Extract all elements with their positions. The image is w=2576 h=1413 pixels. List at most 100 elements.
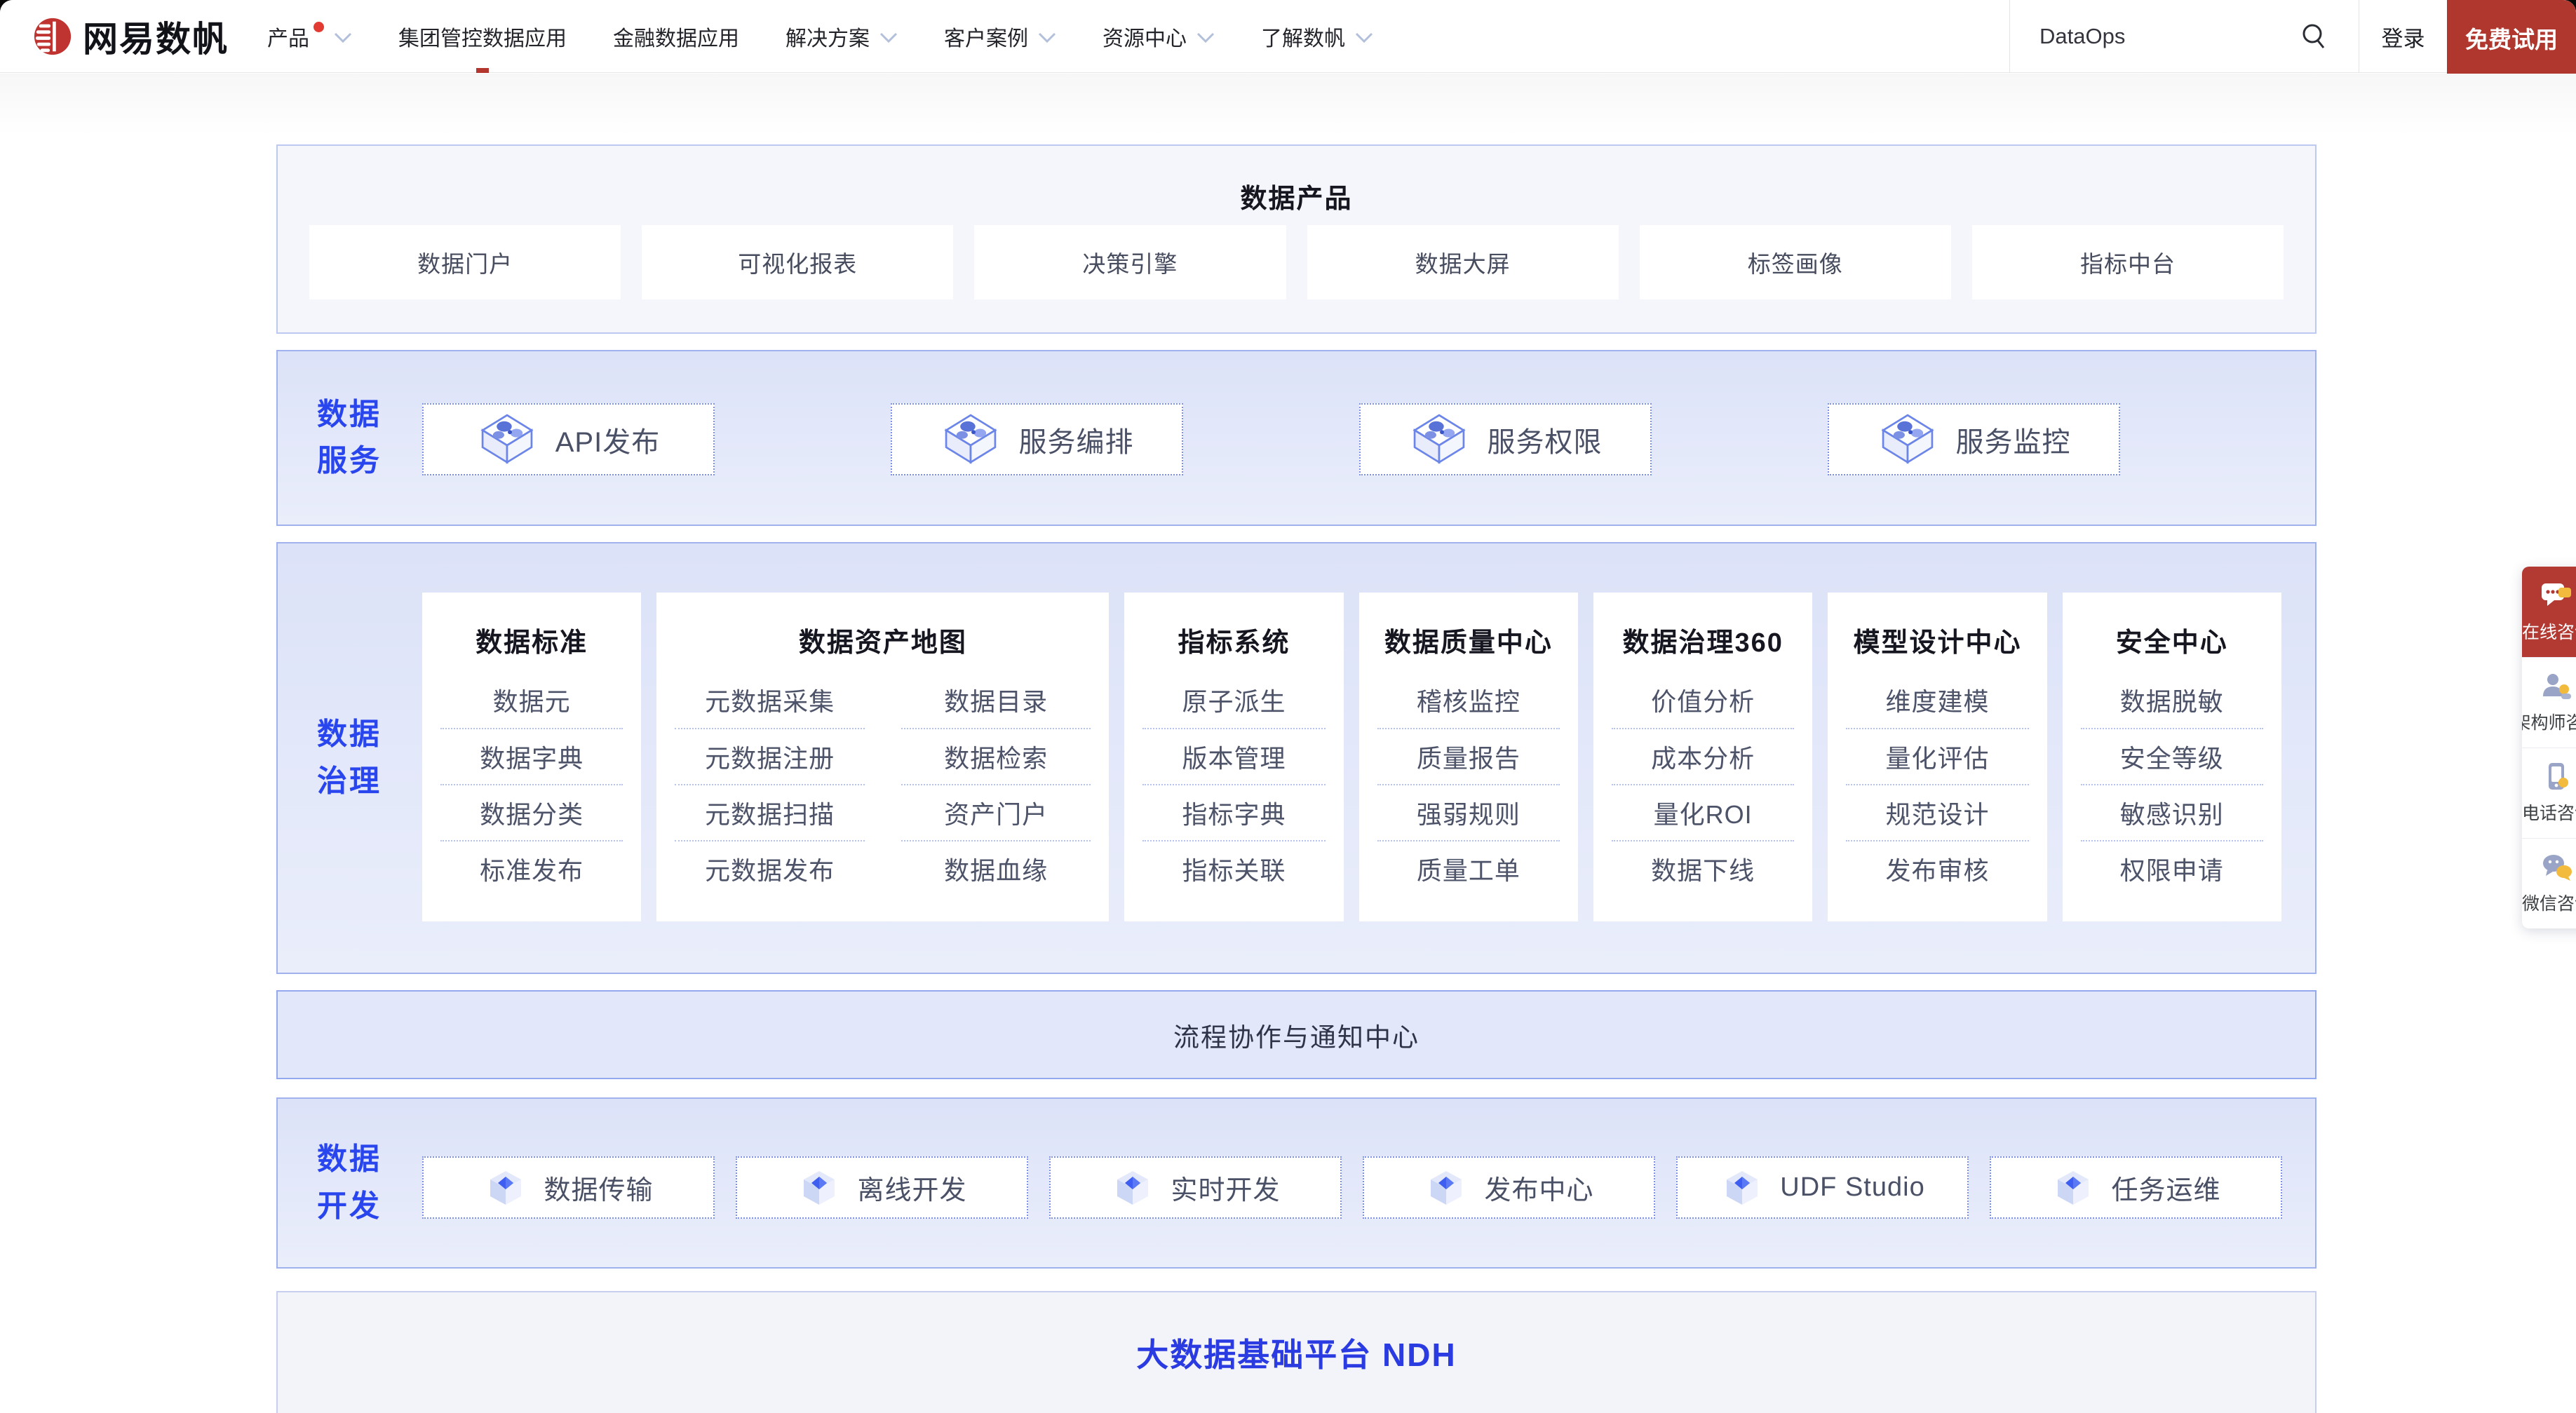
gov-item[interactable]: 规范设计: [1846, 784, 2028, 840]
gov-item[interactable]: 强弱规则: [1377, 784, 1560, 840]
fw-label: 微信咨询: [2522, 890, 2576, 915]
gov-col-title: 数据治理360: [1593, 621, 1812, 659]
top-navbar: 网易数帆 产品 集团管控数据应用 金融数据应用 解决方案 客户案例: [0, 0, 2576, 73]
gov-item[interactable]: 成本分析: [1612, 728, 1794, 784]
gov-item[interactable]: 版本管理: [1142, 728, 1325, 784]
gov-item[interactable]: 元数据采集: [675, 672, 865, 728]
service-btn-monitoring[interactable]: 服务监控: [1828, 403, 2120, 475]
service-btn-label: 服务编排: [1019, 419, 1134, 460]
dev-btn-data-transfer[interactable]: 数据传输: [422, 1156, 715, 1219]
gov-col-title: 数据标准: [422, 621, 641, 659]
nav-menu: 产品 集团管控数据应用 金融数据应用 解决方案 客户案例 资源中心: [244, 0, 1396, 73]
gov-item[interactable]: 数据下线: [1612, 840, 1794, 896]
search-icon[interactable]: [2300, 22, 2328, 51]
service-btn-orchestration[interactable]: 服务编排: [891, 403, 1183, 475]
gov-item[interactable]: 发布审核: [1846, 840, 2028, 896]
dev-btn-realtime-dev[interactable]: 实时开发: [1049, 1156, 1342, 1219]
netease-shufan-logo-icon: [32, 16, 73, 57]
service-cube-icon: [1409, 410, 1469, 470]
gov-col-security-center: 安全中心 数据脱敏 安全等级 敏感识别 权限申请: [2063, 593, 2281, 921]
gov-item[interactable]: 指标字典: [1142, 784, 1325, 840]
gov-item[interactable]: 维度建模: [1846, 672, 2028, 728]
gov-item[interactable]: 元数据注册: [675, 728, 865, 784]
gov-item[interactable]: 数据分类: [440, 784, 623, 840]
product-card-data-portal[interactable]: 数据门户: [309, 225, 621, 299]
nav-item-solutions[interactable]: 解决方案: [762, 0, 921, 73]
nav-item-customer-cases[interactable]: 客户案例: [921, 0, 1079, 73]
wechat-consult-button[interactable]: 微信咨询: [2522, 838, 2576, 928]
phone-consult-button[interactable]: 电话咨询: [2522, 748, 2576, 838]
service-btn-api-publish[interactable]: API发布: [422, 403, 715, 475]
gov-item[interactable]: 数据检索: [901, 728, 1091, 784]
services-side-label: 数据 服务: [317, 391, 382, 485]
gov-item[interactable]: 数据元: [440, 672, 623, 728]
dev-btn-label: 任务运维: [2111, 1168, 2220, 1207]
gov-item[interactable]: 量化评估: [1846, 728, 2028, 784]
nav-item-about[interactable]: 了解数帆: [1238, 0, 1396, 73]
collaboration-bar[interactable]: 流程协作与通知中心: [276, 990, 2317, 1079]
gov-item[interactable]: 权限申请: [2081, 840, 2263, 896]
brand[interactable]: 网易数帆: [32, 11, 229, 62]
products-title: 数据产品: [278, 146, 2315, 215]
gov-item[interactable]: 量化ROI: [1612, 784, 1794, 840]
nav-item-resources[interactable]: 资源中心: [1079, 0, 1238, 73]
nav-item-finance-data-apps[interactable]: 金融数据应用: [590, 0, 762, 73]
gov-col-quality-center: 数据质量中心 稽核监控 质量报告 强弱规则 质量工单: [1359, 593, 1578, 921]
gov-item[interactable]: 指标关联: [1142, 840, 1325, 896]
gov-item[interactable]: 敏感识别: [2081, 784, 2263, 840]
subnav-gradient-band: [0, 74, 2576, 135]
gov-item[interactable]: 质量工单: [1377, 840, 1560, 896]
gov-col-title: 指标系统: [1124, 621, 1343, 659]
search-input[interactable]: DataOps: [2009, 0, 2359, 73]
service-btn-permissions[interactable]: 服务权限: [1359, 403, 1652, 475]
gov-col-asset-map: 数据资产地图 元数据采集 元数据注册 元数据扫描 元数据发布 数据目录 数据检索…: [656, 593, 1109, 921]
gov-item[interactable]: 元数据扫描: [675, 784, 865, 840]
login-button[interactable]: 登录: [2359, 0, 2447, 73]
nav-item-label: 解决方案: [785, 21, 870, 52]
gov-item[interactable]: 标准发布: [440, 840, 623, 896]
dev-btn-task-ops[interactable]: 任务运维: [1990, 1156, 2282, 1219]
gov-item[interactable]: 数据目录: [901, 672, 1091, 728]
nav-item-products[interactable]: 产品: [244, 0, 375, 73]
nav-item-label: 了解数帆: [1261, 21, 1345, 52]
app-window: 网易数帆 产品 集团管控数据应用 金融数据应用 解决方案 客户案例: [0, 0, 2576, 1413]
service-cube-icon: [1877, 410, 1938, 470]
dev-box-icon: [2051, 1165, 2096, 1210]
nav-item-group-data-apps[interactable]: 集团管控数据应用: [375, 0, 590, 73]
dev-btn-release-center[interactable]: 发布中心: [1363, 1156, 1655, 1219]
free-trial-button[interactable]: 免费试用: [2447, 0, 2576, 76]
service-btn-label: 服务权限: [1488, 419, 1603, 460]
product-card-data-screen[interactable]: 数据大屏: [1307, 225, 1619, 299]
nav-item-label: 客户案例: [944, 21, 1028, 52]
product-card-visual-report[interactable]: 可视化报表: [642, 225, 953, 299]
gov-item[interactable]: 元数据发布: [675, 840, 865, 896]
gov-item[interactable]: 数据脱敏: [2081, 672, 2263, 728]
dev-btn-offline-dev[interactable]: 离线开发: [736, 1156, 1028, 1219]
gov-item[interactable]: 稽核监控: [1377, 672, 1560, 728]
gov-item[interactable]: 数据字典: [440, 728, 623, 784]
online-chat-icon: [2540, 581, 2574, 611]
gov-item[interactable]: 安全等级: [2081, 728, 2263, 784]
product-card-decision-engine[interactable]: 决策引擎: [974, 225, 1286, 299]
nav-item-label: 产品: [267, 21, 309, 52]
gov-col-governance-360: 数据治理360 价值分析 成本分析 量化ROI 数据下线: [1593, 593, 1812, 921]
service-cube-icon: [940, 410, 1001, 470]
online-consult-button[interactable]: 在线咨询: [2522, 567, 2576, 657]
chevron-down-icon: [1355, 32, 1373, 43]
gov-item[interactable]: 价值分析: [1612, 672, 1794, 728]
dev-btn-udf-studio[interactable]: UDF Studio: [1676, 1156, 1969, 1219]
gov-col-model-design: 模型设计中心 维度建模 量化评估 规范设计 发布审核: [1828, 593, 2046, 921]
gov-col-data-standard: 数据标准 数据元 数据字典 数据分类 标准发布: [422, 593, 641, 921]
product-card-metric-platform[interactable]: 指标中台: [1972, 225, 2284, 299]
products-panel: 数据产品 数据门户 可视化报表 决策引擎 数据大屏 标签画像 指标中台: [276, 144, 2317, 334]
architect-consult-button[interactable]: 架构师咨询: [2522, 657, 2576, 748]
gov-item[interactable]: 质量报告: [1377, 728, 1560, 784]
governance-panel: 数据 治理 数据标准 数据元 数据字典 数据分类 标准发布 数据资产地图 元数据…: [276, 542, 2317, 974]
gov-item[interactable]: 资产门户: [901, 784, 1091, 840]
product-card-tag-portrait[interactable]: 标签画像: [1640, 225, 1951, 299]
dev-box-icon: [1720, 1165, 1765, 1210]
governance-columns: 数据标准 数据元 数据字典 数据分类 标准发布 数据资产地图 元数据采集 元数据…: [422, 593, 2281, 921]
gov-item[interactable]: 原子派生: [1142, 672, 1325, 728]
ndh-platform-link[interactable]: 大数据基础平台 NDH: [1136, 1330, 1456, 1376]
gov-item[interactable]: 数据血缘: [901, 840, 1091, 896]
